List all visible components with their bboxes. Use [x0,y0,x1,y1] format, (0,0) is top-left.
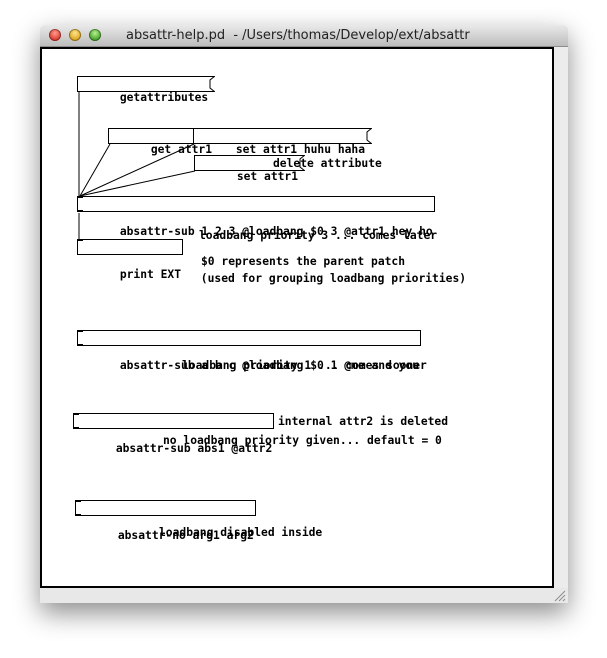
comment-priority-1: loadbang priority 1 ... comes sooner [182,359,427,372]
message-label: getattributes [119,91,209,104]
minimize-window-icon[interactable] [69,29,81,41]
comment-no-priority: no loadbang priority given... default = … [163,434,442,447]
object-absattr-no[interactable]: absattr-no arg1 arg2 [75,500,256,542]
pd-window: absattr-help.pd - /Users/thomas/Develop/… [40,25,568,603]
zoom-window-icon[interactable] [89,29,101,41]
window-bottom-bar [40,588,568,603]
inlet[interactable] [77,330,83,332]
window-title: absattr-help.pd - /Users/thomas/Develop/… [126,28,470,43]
message-set-attr1-huhu-haha[interactable]: set attr1 huhu haha [193,128,373,156]
object-label: print EXT [119,268,182,281]
object-absattr-sub-main[interactable]: absattr-sub 1 2 3 @loadbang $0 3 @attr1 … [77,196,435,238]
message-flag-icon [209,76,216,92]
message-getattributes[interactable]: getattributes [77,76,216,104]
inlet[interactable] [73,413,79,415]
comment-dollar0-line2: (used for grouping loadbang priorities) [194,272,467,285]
comment-attr2-deleted: internal attr2 is deleted [278,415,449,428]
title-bar[interactable]: absattr-help.pd - /Users/thomas/Develop/… [40,25,568,47]
outlet[interactable] [77,344,83,346]
inlet[interactable] [77,196,83,198]
patch-canvas[interactable]: getattributes get attr1 set attr1 huhu h… [40,47,554,588]
message-label: set attr1 [236,170,299,183]
comment-loadbang-disabled: loadbang disabled inside [159,526,323,539]
object-absattr-sub-abs1[interactable]: absattr-sub abs1 @attr2 [73,413,275,455]
comment-dollar0-line1: $0 represents the parent patch [201,255,406,268]
message-flag-icon [366,128,373,144]
outlet[interactable] [77,210,83,212]
inlet[interactable] [75,500,81,502]
outlet[interactable] [75,514,81,516]
object-print-ext[interactable]: print EXT [77,239,184,281]
outlet[interactable] [73,427,79,429]
comment-delete-attribute: delete attribute [273,157,382,170]
resize-grip-icon[interactable] [553,589,566,602]
close-window-icon[interactable] [49,29,61,41]
inlet[interactable] [77,239,83,241]
comment-priority-3: loadbang priority 3 ... comes later [199,229,438,242]
object-absattr-sub-abc[interactable]: absattr-sub a b c @loadbang $0 1 @me and… [77,330,422,372]
